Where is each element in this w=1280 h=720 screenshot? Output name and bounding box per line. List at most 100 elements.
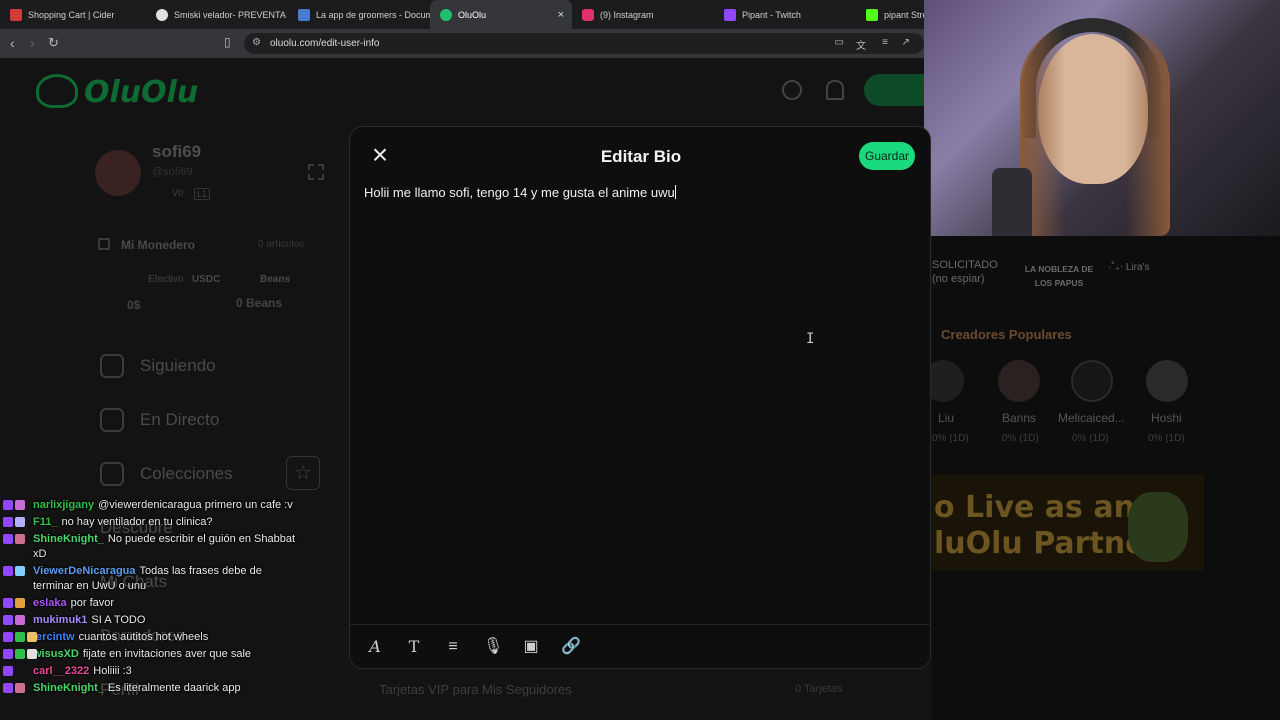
create-button[interactable] — [864, 74, 932, 106]
chat-badge-icon — [15, 500, 25, 510]
link-icon[interactable]: 🔗 — [561, 638, 581, 656]
tab-twitch[interactable]: Pipant - Twitch — [714, 0, 856, 29]
twitch-badge-icon — [3, 500, 13, 510]
creator-name-liu: Liu — [938, 411, 955, 425]
bio-text-input[interactable]: Holii me llamo sofi, tengo 14 y me gusta… — [364, 185, 676, 200]
chat-message: wisusXD fijate en invitaciones aver que s… — [3, 647, 303, 662]
qr-code-icon[interactable] — [308, 164, 324, 180]
chat-badge-icon — [15, 566, 25, 576]
streamer-hair — [1020, 24, 1170, 236]
tab-instagram[interactable]: (9) Instagram — [572, 0, 714, 29]
popular-creators-title[interactable]: Creadores Populares — [941, 327, 1072, 342]
docs-favicon-icon — [298, 8, 310, 21]
creator-name-banns: Banns — [1002, 411, 1037, 425]
chat-message: mukimuk1 SI A TODO — [3, 613, 303, 628]
chat-badge-icon — [27, 632, 37, 642]
chat-badge-icon — [15, 598, 25, 608]
bookmark-icon[interactable]: ▯ — [224, 35, 231, 49]
creator-pct-melicaiced: 0% (1D) — [1072, 433, 1109, 444]
align-icon[interactable]: ≡ — [444, 638, 462, 656]
chat-badges — [3, 598, 25, 608]
chat-username[interactable]: carl__2322 — [33, 665, 89, 677]
tab-shopping-cart[interactable]: Shopping Cart | Cider — [0, 0, 142, 29]
topcard-3[interactable]: ·˚₊‧ Lira's — [1108, 262, 1194, 273]
address-bar[interactable]: ⚙ oluolu.com/edit-user-info ▭ 文 ≡ ↗ — [244, 33, 924, 54]
stream-chat-overlay: narlixjigany @viewerdenicaragua primero u… — [3, 498, 303, 698]
star-icon — [100, 462, 124, 486]
kick-favicon-icon — [866, 8, 878, 21]
vip-cards-label[interactable]: Tarjetas VIP para Mis Seguidores — [379, 682, 572, 697]
search-icon[interactable] — [782, 80, 802, 100]
webcam-overlay — [924, 0, 1280, 236]
chat-badge-icon — [15, 649, 25, 659]
tab-oluolu[interactable]: OluOlu × — [430, 0, 572, 29]
chat-username[interactable]: ShineKnight_ — [33, 682, 104, 694]
cider-favicon-icon — [10, 8, 22, 21]
twitch-badge-icon — [3, 534, 13, 544]
chat-username[interactable]: ViewerDeNicaragua — [33, 565, 136, 577]
chat-username[interactable]: F11_ — [33, 516, 57, 528]
reload-icon[interactable]: ↻ — [48, 35, 59, 51]
chat-text: no hay ventilador en tu clinica? — [61, 516, 213, 528]
notifications-bell-icon[interactable] — [826, 80, 844, 100]
mic-icon[interactable]: 🎙 — [483, 638, 503, 656]
site-info-icon[interactable]: ⚙ — [252, 37, 261, 48]
chat-message: ShineKnight_ Es literalmente daarick app — [3, 681, 303, 696]
back-arrow-icon[interactable]: ‹ — [10, 35, 15, 51]
sidebar-item-en-directo[interactable]: En Directo — [100, 408, 219, 432]
chat-text: @viewerdenicaragua primero un cafe :v — [98, 499, 293, 511]
close-tab-icon[interactable]: × — [558, 9, 564, 21]
text-icon[interactable]: T — [405, 637, 423, 656]
tab-smiski[interactable]: Smiski velador- PREVENTA - KI — [146, 0, 288, 29]
chat-badge-icon — [15, 683, 25, 693]
avatar[interactable] — [95, 150, 141, 196]
chat-badge-icon — [15, 534, 25, 544]
wallet-icon — [98, 238, 110, 250]
save-button[interactable]: Guardar — [859, 142, 915, 170]
twitch-badge-icon — [3, 649, 13, 659]
owl-logo-icon — [36, 74, 78, 108]
text-cursor-ibeam-icon: I — [806, 331, 815, 347]
cash-label: Efectivo — [148, 274, 184, 285]
chat-username[interactable]: lercintw — [33, 631, 75, 643]
tab-docs[interactable]: La app de groomers - Docume — [288, 0, 430, 29]
wallet-title[interactable]: Mi Monedero — [121, 238, 195, 252]
share-icon[interactable]: ↗ — [902, 37, 910, 48]
chat-badges — [3, 517, 25, 527]
favorites-star-button[interactable]: ☆ — [286, 456, 320, 490]
topcard-2[interactable]: LA NOBLEZA DE LOS PAPUS — [1016, 262, 1102, 290]
chat-badges — [3, 683, 25, 693]
image-icon[interactable]: ▣ — [522, 638, 540, 656]
creator-avatar-melicaiced[interactable] — [1071, 360, 1113, 402]
chat-message: F11_ no hay ventilador en tu clinica? — [3, 515, 303, 530]
instagram-favicon-icon — [582, 8, 594, 21]
editor-toolbar: A T ≡ 🎙 ▣ 🔗 — [350, 624, 930, 668]
creator-avatar-hoshi[interactable] — [1146, 360, 1188, 402]
forward-arrow-icon[interactable]: › — [30, 35, 35, 51]
topcard-1[interactable]: SOLICITADO (no espiar) — [932, 258, 1012, 286]
chat-message: ViewerDeNicaragua Todas las frases debe d… — [3, 564, 303, 594]
chat-badge-icon — [27, 649, 37, 659]
chat-username[interactable]: ShineKnight_ — [33, 533, 104, 545]
creator-avatar-banns[interactable] — [998, 360, 1040, 402]
profile-handle: @sofi69 — [152, 166, 193, 178]
chat-text: fijate en invitaciones aver que sale — [82, 648, 252, 660]
cash-value: 0$ — [127, 298, 141, 312]
wallet-count: 0 artículos — [258, 239, 305, 250]
tab-kick[interactable]: pipant Strea — [856, 0, 924, 29]
chat-text: SI A TODO — [91, 614, 146, 626]
chat-username[interactable]: narlixjigany — [33, 499, 94, 511]
sidebar-item-siguiendo[interactable]: Siguiendo — [100, 354, 216, 378]
sidebar-item-colecciones[interactable]: Colecciones — [100, 462, 233, 486]
chat-username[interactable]: mukimuk1 — [33, 614, 87, 626]
chat-username[interactable]: eslaka — [33, 597, 67, 609]
reader-mode-icon[interactable]: ≡ — [882, 37, 888, 48]
translate-icon[interactable]: 文 — [856, 37, 866, 52]
partner-banner[interactable]: o Live as an luOlu Partner! — [932, 474, 1204, 570]
chat-message: carl__2322 Holiiii :3 — [3, 664, 303, 679]
screen-cast-icon[interactable]: ▭ — [835, 37, 844, 48]
chat-username[interactable]: wisusXD — [33, 648, 79, 660]
oluolu-logo[interactable]: OluOlu — [36, 74, 198, 110]
font-icon[interactable]: A — [366, 637, 384, 656]
text-caret — [674, 185, 676, 199]
